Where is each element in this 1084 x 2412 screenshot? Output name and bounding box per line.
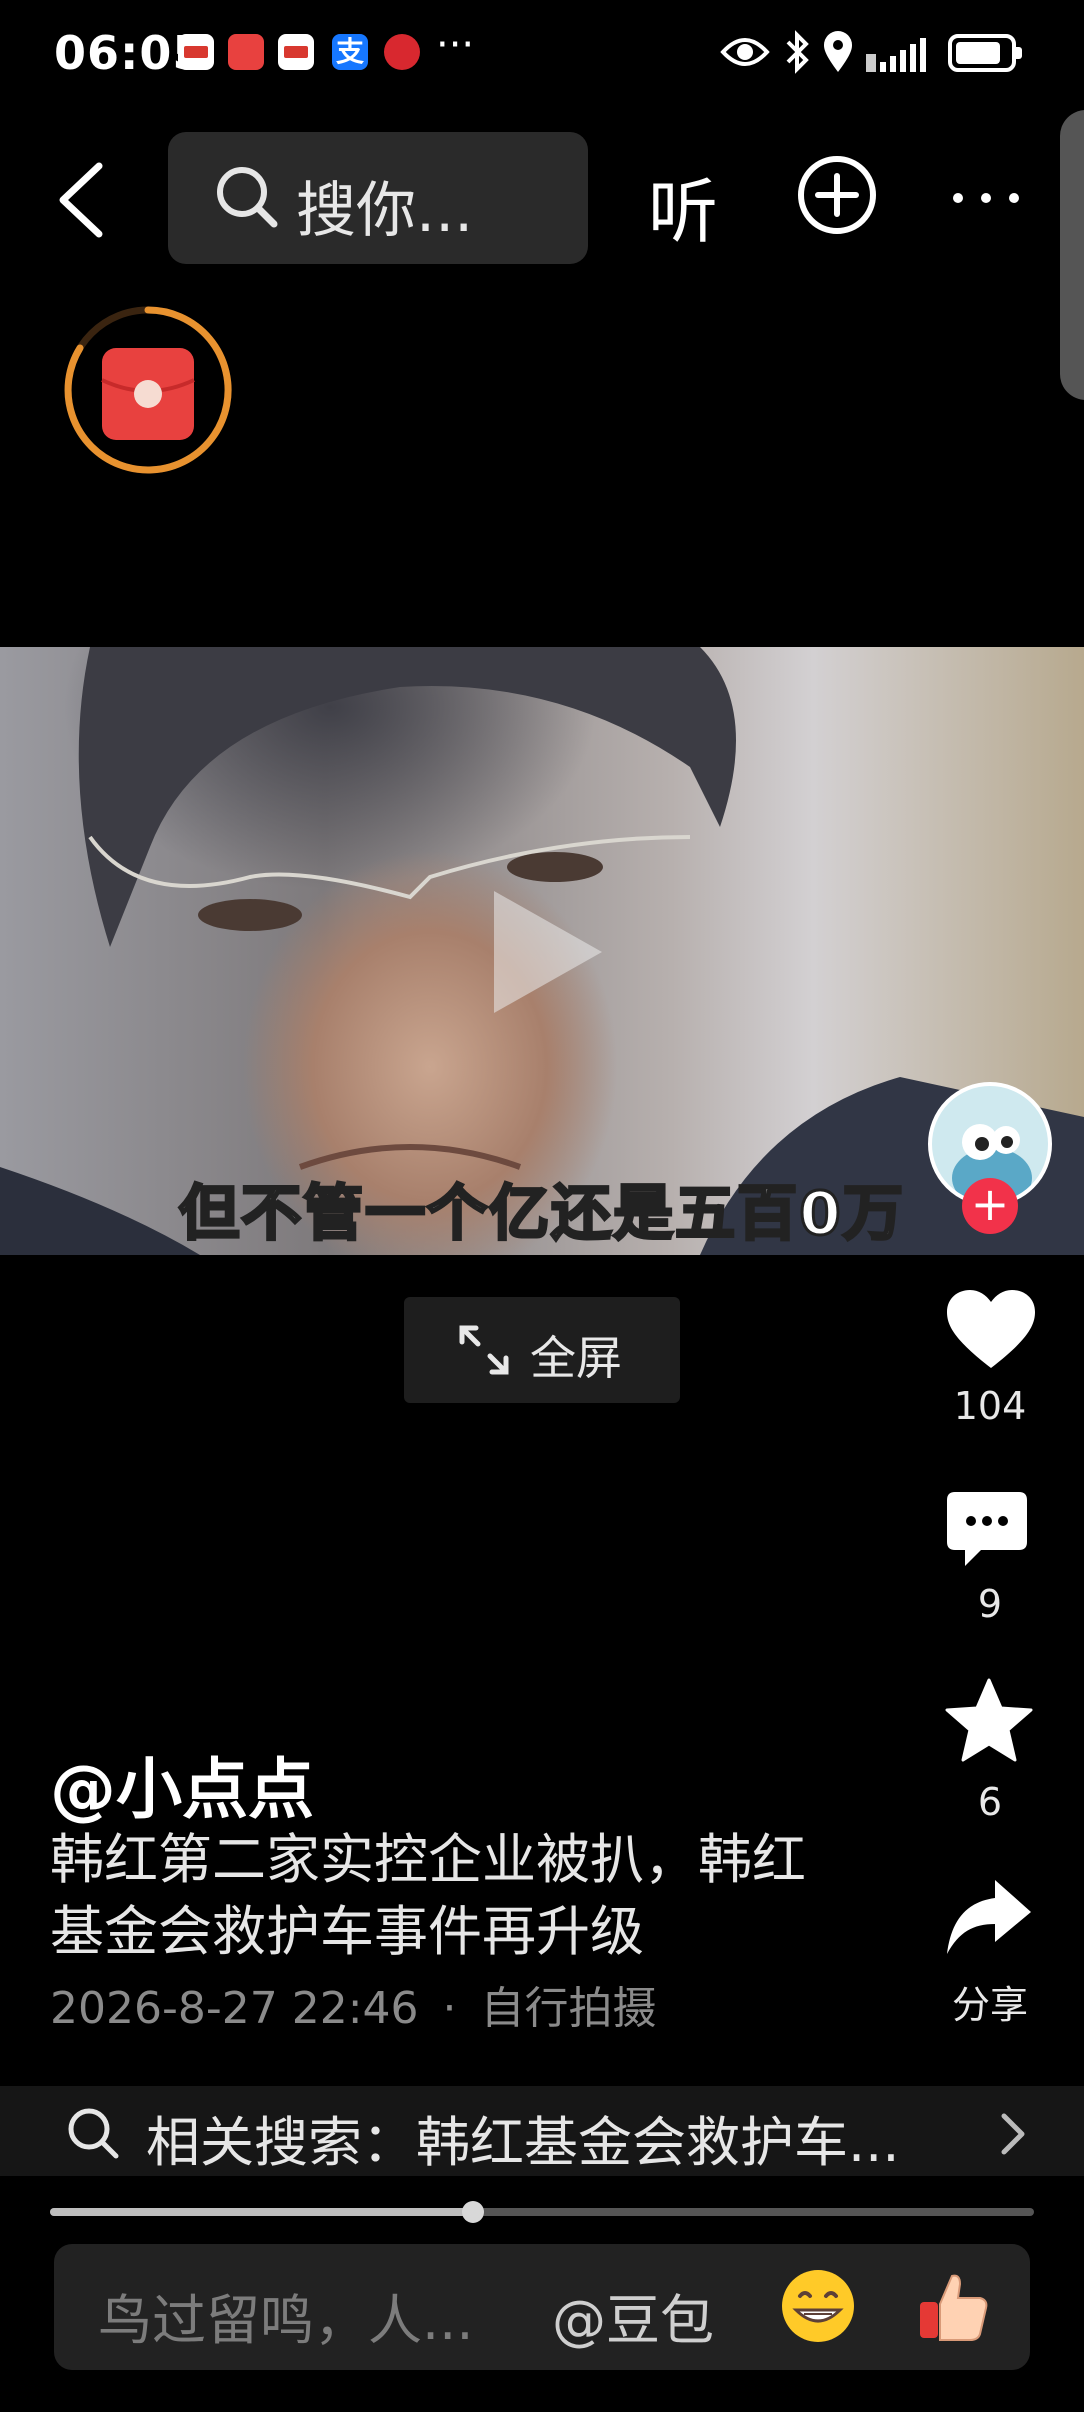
related-search-text: 相关搜索：韩红基金会救护车... [146, 2111, 900, 2174]
grin-emoji-icon[interactable] [780, 2268, 856, 2344]
search-placeholder: 搜你... [296, 176, 474, 246]
post-meta: 2026-8-27 22:46 · 自行拍摄 [50, 1972, 657, 2036]
like-icon[interactable] [945, 1288, 1037, 1370]
meta-separator: · [442, 1983, 457, 2034]
post-source: 自行拍摄 [480, 1983, 657, 2034]
more-options-icon[interactable] [950, 188, 1022, 208]
comment-icon[interactable] [945, 1490, 1029, 1568]
bluetooth-icon [786, 30, 809, 74]
video-player[interactable]: 但不管一个亿还是五百0万 [0, 647, 1084, 1255]
video-progress-handle[interactable] [462, 2201, 485, 2223]
app-notification-icon [178, 34, 214, 70]
search-icon [68, 2108, 119, 2159]
comment-count: 9 [977, 1582, 1003, 1626]
bank-app-icon [384, 34, 420, 70]
huawei-app-icon [228, 34, 264, 70]
author-name[interactable]: @小点点 [50, 1736, 314, 1832]
favorite-count: 6 [977, 1780, 1003, 1824]
favorite-icon[interactable] [945, 1678, 1033, 1762]
add-icon[interactable] [796, 154, 878, 236]
like-count: 104 [953, 1384, 1027, 1428]
alipay-icon: 支 [332, 34, 368, 70]
thumbs-up-emoji-icon[interactable] [916, 2268, 992, 2344]
mention-button[interactable]: @豆包 [552, 2276, 714, 2355]
signal-icon [866, 38, 926, 72]
search-icon [217, 167, 278, 228]
share-icon[interactable] [945, 1878, 1033, 1956]
share-label[interactable]: 分享 [930, 1974, 1050, 2029]
location-icon [824, 31, 852, 72]
expand-icon [459, 1325, 509, 1375]
chevron-right-icon [1001, 2113, 1025, 2155]
play-icon[interactable] [490, 887, 606, 1017]
fullscreen-label: 全屏 [530, 1331, 622, 1385]
eye-icon [720, 38, 770, 66]
app-notification-icon [278, 34, 314, 70]
comment-placeholder: 鸟过留鸣，人... [98, 2289, 474, 2352]
follow-button[interactable]: + [962, 1178, 1018, 1234]
back-icon[interactable] [55, 160, 107, 240]
red-packet-icon[interactable] [60, 302, 236, 478]
status-bar: 06:05 支 ··· [0, 0, 1084, 105]
video-progress-fill [50, 2208, 474, 2216]
video-subtitle: 但不管一个亿还是五百0万 [178, 1178, 905, 1251]
post-date: 2026-8-27 22:46 [50, 1983, 419, 2034]
battery-icon [948, 34, 1022, 72]
post-description: 韩红第二家实控企业被扒，韩红基金会救护车事件再升级 [50, 1828, 806, 1963]
listen-button[interactable]: 听 [648, 156, 718, 257]
side-edge-handle[interactable] [1060, 110, 1084, 400]
status-more-icon: ··· [436, 22, 475, 68]
